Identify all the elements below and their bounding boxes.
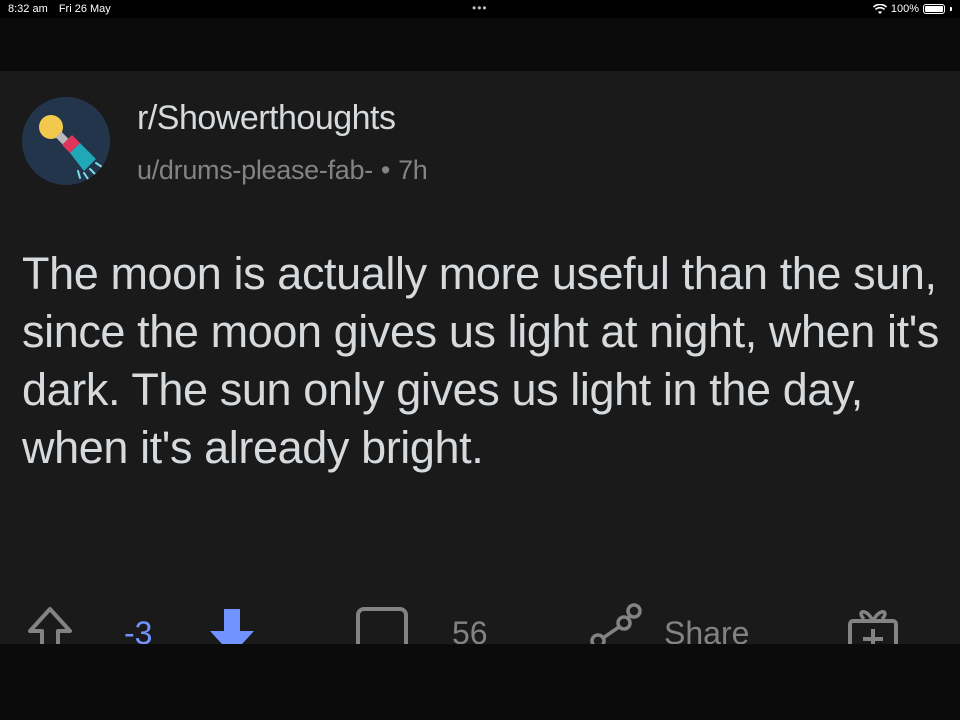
upvote-button[interactable] [22, 601, 78, 644]
comment-button[interactable] [352, 601, 412, 644]
status-date: Fri 26 May [58, 3, 111, 15]
lightbulb-shower-icon [22, 97, 110, 185]
award-button[interactable] [842, 601, 902, 644]
wifi-icon [872, 3, 887, 14]
share-button[interactable]: Share [588, 601, 749, 644]
vote-count: -3 [124, 615, 153, 644]
subreddit-name[interactable]: r/Showerthoughts [137, 99, 396, 138]
multitasking-dots-icon[interactable]: ••• [472, 0, 488, 17]
comment-count: 56 [452, 615, 488, 644]
battery-tip [950, 7, 952, 11]
share-icon [590, 603, 642, 644]
author-name[interactable]: u/drums-please-fab- [137, 155, 373, 185]
post-meta: u/drums-please-fab- • 7h [137, 155, 428, 186]
action-bar: -3 56 Share [0, 601, 960, 644]
status-bar: 8:32 am Fri 26 May ••• 100% [0, 0, 960, 18]
status-right: 100% [872, 0, 952, 18]
subreddit-avatar[interactable] [22, 97, 110, 185]
top-band [0, 18, 960, 71]
post-body: The moon is actually more useful than th… [22, 248, 940, 473]
bottom-band [0, 644, 960, 720]
comment-bubble-icon [356, 607, 408, 644]
battery-percent: 100% [890, 3, 919, 15]
battery-level [925, 6, 943, 12]
status-left: 8:32 am Fri 26 May [8, 0, 119, 18]
battery-icon [923, 4, 945, 14]
post-card[interactable]: r/Showerthoughts u/drums-please-fab- • 7h … [0, 71, 960, 644]
meta-separator: • [380, 155, 391, 185]
downvote-button[interactable] [200, 601, 264, 644]
gift-award-icon [848, 610, 898, 644]
post-age: 7h [398, 155, 428, 185]
upvote-arrow-icon [28, 607, 72, 644]
downvote-arrow-icon [210, 609, 254, 644]
status-time: 8:32 am [8, 3, 48, 15]
share-label: Share [664, 615, 750, 644]
